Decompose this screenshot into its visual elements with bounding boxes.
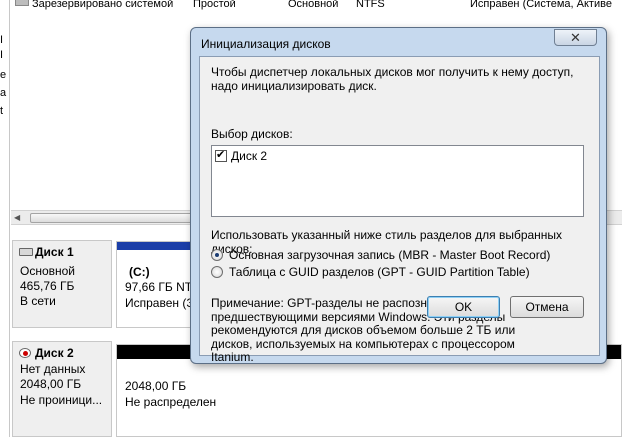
volume-fs: NTFS [356,0,385,10]
dialog-description: Чтобы диспетчер локальных дисков мог пол… [211,65,574,93]
cancel-button[interactable]: Отмена [510,296,584,318]
disk-item-label: Диск 2 [231,149,268,163]
disk-listbox[interactable]: Диск 2 [211,145,584,217]
partition-header-bar [117,242,195,250]
gpt-radio[interactable] [211,266,223,278]
disk-1-info[interactable]: Диск 1 Основной 465,76 ГБ В сети [12,240,112,328]
gpt-note: Примечание: GPT-разделы не распознаются … [211,296,516,364]
mbr-option[interactable]: Основная загрузочная запись (MBR - Maste… [211,248,550,262]
left-strip-char: t [0,105,4,117]
mbr-radio[interactable] [211,249,223,261]
dialog-title: Инициализация дисков [201,37,331,51]
unallocated-status: Не распределен [125,395,217,409]
disk-state: Не проиници... [20,393,103,407]
gpt-label: Таблица с GUID разделов (GPT - GUID Part… [229,265,530,279]
volume-name: Зарезервировано системой [32,0,174,10]
select-disks-label: Выбор дисков: [211,127,293,141]
left-strip-char: e [0,69,7,81]
left-pane-strip: I I e a t [0,0,10,437]
disk-title: Диск 1 [35,245,74,259]
partition-status: Исправен (З [125,296,194,310]
volume-layout: Простой [193,0,236,10]
volume-row[interactable]: Зарезервировано системой Простой Основно… [11,0,622,12]
scroll-left-icon[interactable]: ◀ [14,213,20,222]
list-item[interactable]: Диск 2 [215,148,268,163]
left-strip-char: I [0,34,4,46]
left-strip-char: I [0,49,4,61]
close-icon: ✕ [570,30,581,45]
disk-size: 465,76 ГБ [20,279,75,293]
disk-type: Нет данных [20,362,86,376]
volume-icon [15,0,29,6]
unallocated-size: 2048,00 ГБ [125,379,187,393]
left-strip-char: a [0,87,7,99]
disk-type: Основной [20,264,76,278]
ok-button[interactable]: OK [427,296,500,318]
partition-info: 97,66 ГБ NTF [125,280,200,294]
partition-c[interactable]: (C:) 97,66 ГБ NTF Исправен (З [116,241,200,328]
volume-status: Исправен (Система, Активе [470,0,612,10]
disk-state: В сети [20,294,56,308]
close-button[interactable]: ✕ [554,29,597,46]
disk-icon [19,248,33,256]
volume-type: Основной [288,0,339,10]
gpt-option[interactable]: Таблица с GUID разделов (GPT - GUID Part… [211,265,530,279]
mbr-label: Основная загрузочная запись (MBR - Maste… [229,248,551,262]
disk-title: Диск 2 [35,346,74,360]
disk-2-info[interactable]: Диск 2 Нет данных 2048,00 ГБ Не проиници… [12,341,112,437]
disk-warning-icon [19,348,31,358]
partition-name: (C:) [129,265,150,279]
disk-checkbox[interactable] [215,148,227,162]
disk-size: 2048,00 ГБ [20,377,82,391]
